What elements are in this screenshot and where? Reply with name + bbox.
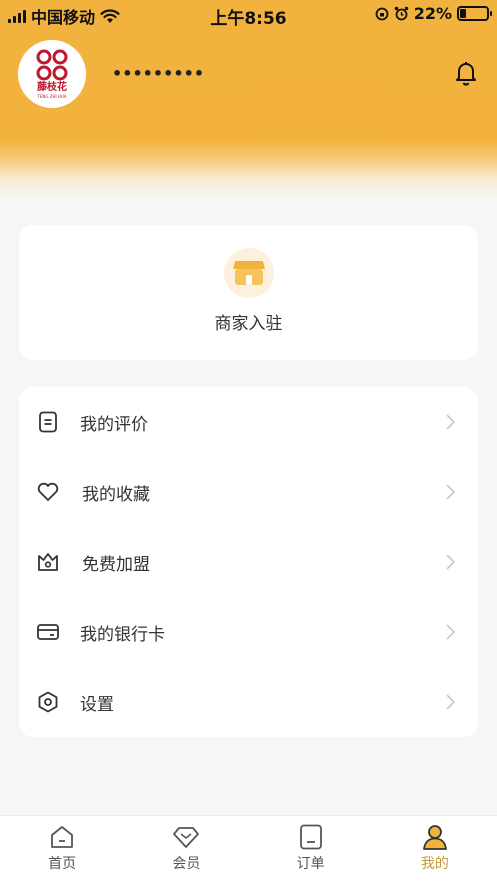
- menu-item-label: 我的评价: [80, 414, 148, 435]
- menu-item-settings[interactable]: 设置: [19, 667, 478, 737]
- menu-item-label: 免费加盟: [82, 554, 150, 575]
- avatar[interactable]: 藤枝花 TENG ZHI HUA: [18, 40, 86, 108]
- chevron-right-icon: [446, 414, 456, 430]
- bank-card-icon: [37, 624, 59, 640]
- battery-percent: 22%: [413, 4, 452, 23]
- merchant-entry-card[interactable]: 商家入驻: [19, 225, 478, 360]
- chevron-right-icon: [446, 484, 456, 500]
- crown-icon: [38, 553, 58, 571]
- username: •••••••••: [112, 64, 205, 83]
- user-icon: [422, 825, 447, 850]
- menu-item-franchise[interactable]: 免费加盟: [19, 527, 478, 597]
- menu-item-bank-card[interactable]: 我的银行卡: [19, 597, 478, 667]
- logo-mark-icon: [36, 49, 68, 81]
- chevron-right-icon: [446, 694, 456, 710]
- bell-icon[interactable]: [451, 58, 481, 88]
- menu-item-label: 我的银行卡: [80, 624, 165, 645]
- header-background: [0, 0, 497, 200]
- menu-item-label: 设置: [80, 694, 114, 715]
- chevron-right-icon: [446, 624, 456, 640]
- battery-level: [460, 9, 466, 18]
- tab-member[interactable]: 会员: [124, 816, 248, 883]
- menu-card: 我的评价 我的收藏 免费加盟 我的银行卡 设置: [19, 387, 478, 737]
- home-icon: [51, 826, 74, 848]
- settings-icon: [38, 691, 58, 713]
- tab-mine[interactable]: 我的: [373, 816, 497, 883]
- tab-label: 我的: [420, 856, 449, 872]
- tab-orders[interactable]: 订单: [249, 816, 373, 883]
- logo-text: 藤枝花: [37, 82, 67, 93]
- status-bar: 中国移动 上午8:56 22%: [0, 0, 497, 29]
- bottom-tab-bar: 首页 会员 订单 我的: [0, 815, 497, 883]
- menu-item-label: 我的收藏: [82, 484, 150, 505]
- rotation-lock-icon: [375, 7, 389, 20]
- menu-item-favorites[interactable]: 我的收藏: [19, 457, 478, 527]
- alarm-icon: [394, 6, 409, 21]
- diamond-icon: [173, 827, 200, 848]
- page: 中国移动 上午8:56 22% 藤枝花 TENG ZHI HUA •••••••…: [0, 0, 497, 883]
- tab-label: 首页: [48, 856, 77, 872]
- logo-subtext: TENG ZHI HUA: [37, 94, 67, 99]
- heart-icon: [37, 482, 59, 501]
- tab-label: 会员: [172, 856, 201, 872]
- store-icon: [223, 248, 274, 298]
- menu-item-reviews[interactable]: 我的评价: [19, 387, 478, 457]
- battery-icon: [457, 6, 492, 21]
- chevron-right-icon: [446, 554, 456, 570]
- tab-home[interactable]: 首页: [0, 816, 124, 883]
- merchant-entry-label: 商家入驻: [214, 314, 283, 334]
- status-right: 22%: [375, 4, 492, 23]
- order-icon: [299, 824, 322, 850]
- review-icon: [39, 411, 57, 433]
- tab-label: 订单: [296, 856, 325, 872]
